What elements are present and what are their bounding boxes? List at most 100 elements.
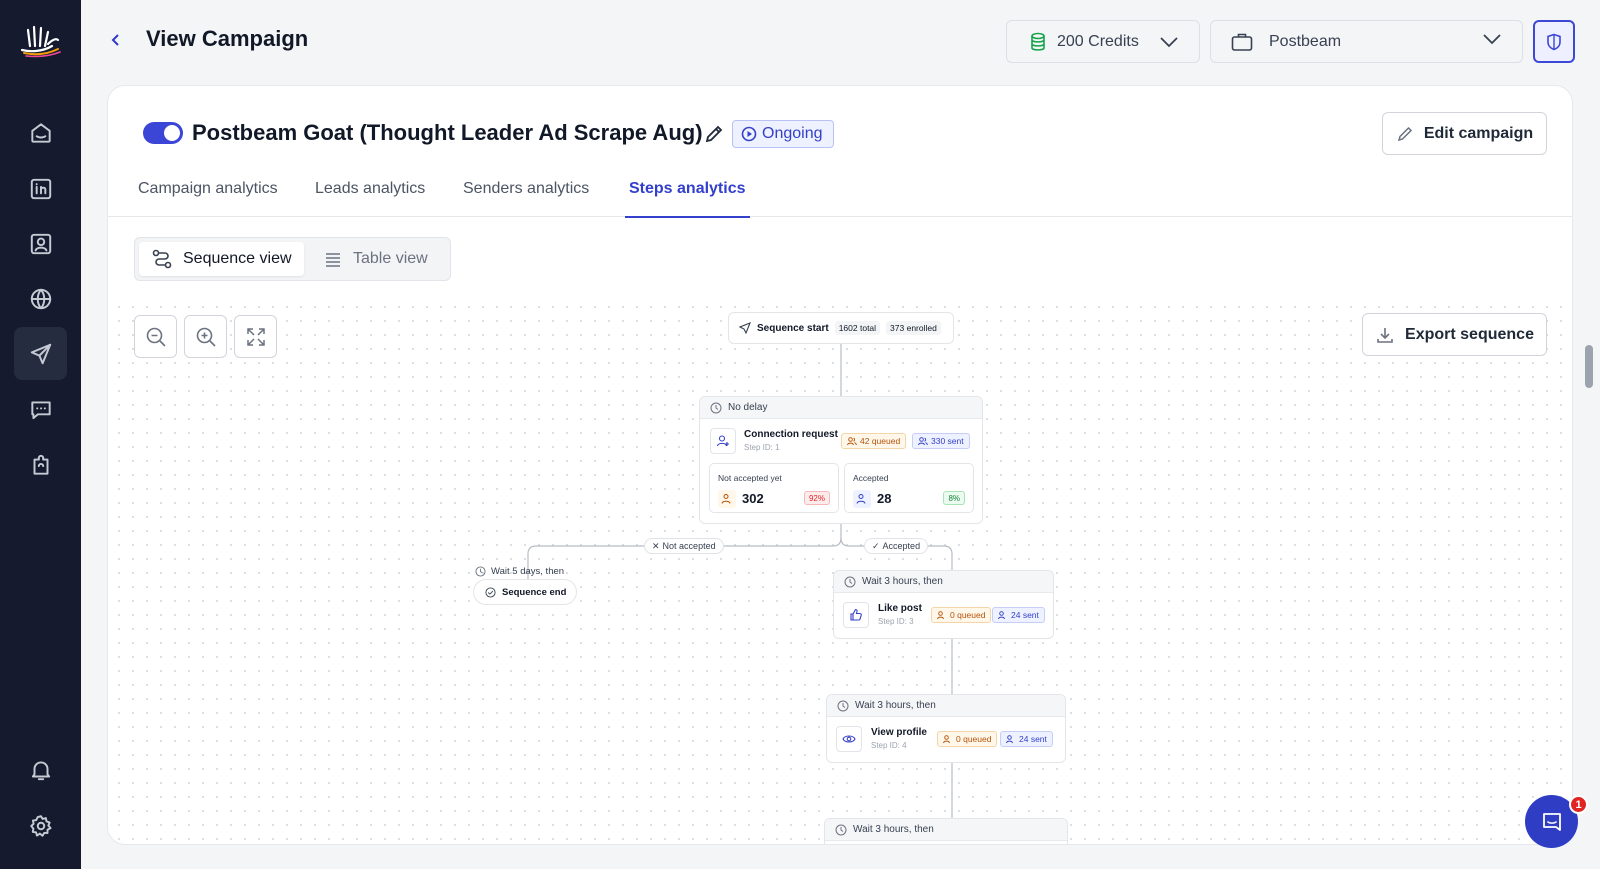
users-icon	[1006, 734, 1013, 743]
contact-card-icon	[30, 233, 51, 254]
sequence-view-button[interactable]: Sequence view	[139, 242, 304, 276]
puzzle-icon	[33, 454, 48, 475]
step-wait: Wait 3 hours, then	[827, 695, 1065, 717]
sequence-canvas[interactable]: Export sequence Sequence start 1602 tota…	[108, 296, 1572, 844]
check-circle-icon	[485, 586, 496, 598]
step-wait: Wait 3 hours, then	[834, 571, 1053, 593]
step-wait: Wait 3 hours, then	[825, 819, 1067, 841]
sidebar-item-inbox[interactable]	[14, 383, 67, 436]
connect-user-icon	[710, 428, 736, 454]
step-title: Like post	[878, 603, 922, 614]
step-title: Connection request	[744, 429, 838, 440]
chevron-down-icon	[1159, 36, 1179, 48]
sidebar-item-contacts[interactable]	[14, 217, 67, 270]
credits-label: 200 Credits	[1057, 32, 1139, 50]
branch-accepted-label: ✓ Accepted	[864, 538, 929, 554]
edit-campaign-label: Edit campaign	[1423, 124, 1534, 142]
campaign-name: Postbeam Goat (Thought Leader Ad Scrape …	[192, 120, 703, 145]
branch-not-accepted-text: Not accepted	[662, 541, 716, 551]
zoom-out-button[interactable]	[134, 315, 177, 358]
branch-not-accepted-label: ✕ Not accepted	[644, 538, 724, 554]
sidebar-item-web[interactable]	[14, 272, 67, 325]
step-id: Step ID: 4	[871, 741, 907, 750]
tab-campaign-analytics[interactable]: Campaign analytics	[138, 180, 278, 217]
expand-icon	[246, 327, 265, 346]
campaign-active-toggle[interactable]	[143, 122, 183, 144]
queued-badge: 0 queued	[931, 607, 992, 623]
not-accepted-pct: 92%	[803, 491, 830, 505]
sent-badge: 24 sent	[992, 607, 1045, 623]
app-logo[interactable]	[16, 22, 64, 58]
analytics-tabs: Campaign analytics Leads analytics Sende…	[108, 172, 1572, 218]
fit-view-button[interactable]	[234, 315, 277, 358]
play-circle-icon	[741, 126, 757, 142]
users-icon	[943, 734, 950, 743]
sent-count: 24 sent	[1019, 734, 1047, 744]
sequence-end-node[interactable]: Sequence end	[473, 579, 577, 605]
tab-steps-analytics[interactable]: Steps analytics	[625, 180, 749, 218]
workspace-dropdown[interactable]: Postbeam	[1210, 20, 1523, 63]
queued-count: 42 queued	[860, 436, 901, 446]
users-icon	[918, 436, 928, 445]
campaign-card: Postbeam Goat (Thought Leader Ad Scrape …	[107, 85, 1573, 845]
clock-icon	[844, 576, 856, 587]
export-sequence-button[interactable]: Export sequence	[1362, 313, 1547, 356]
edit-campaign-button[interactable]: Edit campaign	[1382, 112, 1547, 155]
end-wait-text: Wait 5 days, then	[491, 566, 565, 577]
tab-senders-analytics[interactable]: Senders analytics	[463, 180, 589, 217]
message-icon	[30, 400, 51, 419]
edit-name-button[interactable]	[703, 123, 725, 145]
step-wait-label: Wait 3 hours, then	[855, 700, 936, 711]
sent-count: 24 sent	[1011, 610, 1039, 620]
credits-dropdown[interactable]: 200 Credits	[1006, 20, 1200, 63]
connection-request-node[interactable]: No delay Connection request Step ID: 1 4…	[699, 396, 983, 524]
thumbs-up-icon	[843, 602, 869, 628]
view-profile-node[interactable]: Wait 3 hours, then View profile Step ID:…	[826, 694, 1066, 763]
view-switch: Sequence view Table view	[134, 237, 451, 281]
bell-icon	[31, 760, 50, 780]
clock-icon	[475, 566, 486, 577]
sidebar-item-campaigns[interactable]	[14, 327, 67, 380]
globe-icon	[30, 288, 51, 309]
back-button[interactable]	[104, 28, 128, 52]
sequence-view-label: Sequence view	[183, 250, 292, 267]
step-id: Step ID: 3	[878, 617, 914, 626]
page-scrollbar[interactable]	[1585, 345, 1593, 388]
briefcase-icon	[1231, 32, 1253, 52]
not-accepted-value: 302	[742, 491, 764, 506]
x-icon: ✕	[652, 540, 660, 551]
accepted-pct: 8%	[943, 491, 965, 505]
export-sequence-label: Export sequence	[1405, 325, 1534, 343]
step-id: Step ID: 1	[744, 443, 780, 452]
step-wait-label: Wait 3 hours, then	[862, 576, 943, 587]
zoom-in-button[interactable]	[184, 315, 227, 358]
sidebar-item-home[interactable]	[14, 106, 67, 159]
sidebar-item-settings[interactable]	[14, 799, 67, 852]
total-badge: 1602 total	[834, 321, 881, 335]
sequence-start-node[interactable]: Sequence start 1602 total 373 enrolled	[728, 312, 954, 344]
status-label: Ongoing	[762, 125, 823, 142]
route-icon	[152, 249, 172, 269]
clock-icon	[837, 700, 849, 711]
tab-leads-analytics[interactable]: Leads analytics	[315, 180, 425, 217]
sent-count: 330 sent	[931, 436, 964, 446]
sidebar-item-integrations[interactable]	[14, 438, 67, 491]
step-wait-label: Wait 3 hours, then	[853, 824, 934, 835]
step-delay: No delay	[700, 397, 982, 419]
zoom-out-icon	[146, 327, 166, 347]
status-badge: Ongoing	[732, 120, 834, 148]
queued-badge: 42 queued	[841, 433, 907, 449]
database-icon	[1029, 32, 1047, 52]
sidebar-item-notifications[interactable]	[14, 743, 67, 796]
shield-button[interactable]	[1533, 20, 1575, 63]
clock-icon	[710, 402, 722, 413]
like-post-node[interactable]: Wait 3 hours, then Like post Step ID: 3 …	[833, 570, 1054, 639]
sidebar-item-linkedin[interactable]	[14, 162, 67, 215]
chat-unread-badge: 1	[1569, 795, 1588, 814]
sent-badge: 24 sent	[1000, 731, 1053, 747]
table-view-button[interactable]: Table view	[311, 242, 440, 276]
accepted-value: 28	[877, 491, 892, 506]
next-step-node[interactable]: Wait 3 hours, then	[824, 818, 1068, 844]
workspace-label: Postbeam	[1269, 32, 1342, 50]
chevron-left-icon	[111, 34, 119, 46]
